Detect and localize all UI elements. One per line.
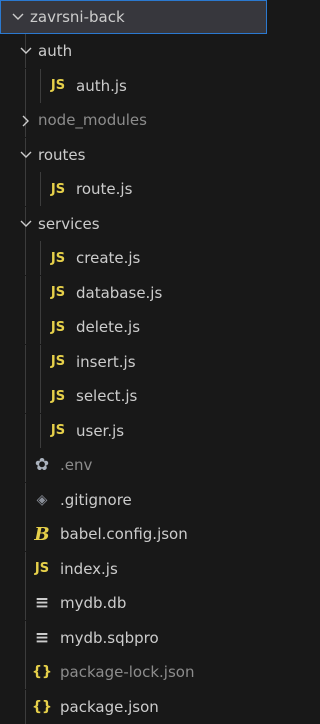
json-icon: {} xyxy=(32,664,52,680)
root-folder-row[interactable]: zavrsni-back xyxy=(0,0,267,34)
file-row-index-js[interactable]: JS index.js xyxy=(0,551,267,586)
indent-guide xyxy=(25,241,26,275)
folder-row-routes[interactable]: routes xyxy=(0,137,267,172)
file-label: user.js xyxy=(76,421,125,440)
folder-row-auth[interactable]: auth xyxy=(0,34,267,68)
js-icon: JS xyxy=(50,250,66,266)
file-label: .gitignore xyxy=(60,490,132,509)
indent-guide xyxy=(40,344,41,379)
file-label: mydb.db xyxy=(60,594,127,612)
file-row-package-json[interactable]: {} package.json xyxy=(0,689,267,724)
js-icon: JS xyxy=(50,388,66,404)
file-row-babel-config-json[interactable]: Bbabel.config.json xyxy=(0,517,267,551)
indent-guide xyxy=(25,482,26,517)
file-label: babel.config.json xyxy=(60,525,188,543)
file-row-select-js[interactable]: JS select.js xyxy=(0,379,267,413)
file-row-delete-js[interactable]: JS delete.js xyxy=(0,310,267,344)
file-row-gitignore[interactable]: ◈ .gitignore xyxy=(0,482,267,517)
indent-guide xyxy=(25,620,26,655)
file-label: index.js xyxy=(60,559,118,578)
git-icon: ◈ xyxy=(36,491,48,508)
indent-guide xyxy=(25,172,26,206)
indent-guide xyxy=(25,275,26,310)
chevron-down-icon xyxy=(20,46,32,56)
indent-guide xyxy=(25,68,26,103)
file-explorer: zavrsni-back auth JS auth.js node_modulesro… xyxy=(0,0,267,724)
lines-icon: ≡ xyxy=(34,627,50,648)
file-row-insert-js[interactable]: JS insert.js xyxy=(0,344,267,379)
js-icon: JS xyxy=(50,285,66,300)
js-icon: JS xyxy=(34,561,50,576)
file-row-mydb-sqbpro[interactable]: ≡ mydb.sqbpro xyxy=(0,620,267,655)
file-label: mydb.sqbpro xyxy=(60,628,159,647)
file-row-user-js[interactable]: JS user.js xyxy=(0,413,267,448)
indent-guide xyxy=(40,310,41,344)
folder-label: auth xyxy=(38,42,73,60)
indent-guide xyxy=(25,413,26,448)
folder-label: node_modules xyxy=(38,111,147,129)
file-label: insert.js xyxy=(76,352,136,371)
indent-guide xyxy=(25,517,26,551)
file-row-database-js[interactable]: JS database.js xyxy=(0,275,267,310)
file-label: package-lock.json xyxy=(60,663,195,681)
folder-label: services xyxy=(38,214,100,233)
chevron-down-icon xyxy=(12,12,24,22)
folder-row-node-modules[interactable]: node_modules xyxy=(0,103,267,137)
indent-guide xyxy=(25,310,26,344)
indent-guide xyxy=(40,379,41,413)
chevron-down-icon xyxy=(20,150,32,160)
indent-guide xyxy=(25,655,26,689)
file-label: select.js xyxy=(76,387,138,405)
js-icon: JS xyxy=(50,319,66,335)
file-row-mydb-db[interactable]: ≡ mydb.db xyxy=(0,586,267,620)
file-row-create-js[interactable]: JS create.js xyxy=(0,241,267,275)
file-label: package.json xyxy=(60,697,159,716)
js-icon: JS xyxy=(50,78,66,93)
indent-guide xyxy=(25,379,26,413)
folder-row-services[interactable]: services xyxy=(0,206,267,241)
gear-icon: ✿ xyxy=(34,455,50,475)
lines-icon: ≡ xyxy=(34,593,50,613)
json-icon: {} xyxy=(32,698,52,715)
js-icon: JS xyxy=(50,181,66,197)
file-row-package-lock-json[interactable]: {} package-lock.json xyxy=(0,655,267,689)
indent-guide xyxy=(40,275,41,310)
indent-guide xyxy=(40,172,41,206)
file-label: auth.js xyxy=(76,76,127,95)
root-folder-label: zavrsni-back xyxy=(30,8,125,26)
chevron-right-icon xyxy=(20,115,30,127)
file-label: route.js xyxy=(76,180,133,198)
folder-label: routes xyxy=(38,145,86,164)
indent-guide xyxy=(25,586,26,620)
indent-guide xyxy=(25,344,26,379)
file-label: database.js xyxy=(76,283,163,302)
js-icon: JS xyxy=(50,354,66,369)
file-label: create.js xyxy=(76,249,141,267)
file-label: delete.js xyxy=(76,318,141,336)
file-row-route-js[interactable]: JS route.js xyxy=(0,172,267,206)
indent-guide xyxy=(25,689,26,724)
indent-guide xyxy=(25,551,26,586)
js-icon: JS xyxy=(50,423,66,438)
file-row-env[interactable]: ✿ .env xyxy=(0,448,267,482)
babel-icon: B xyxy=(34,523,50,545)
file-label: .env xyxy=(60,456,93,474)
indent-guide xyxy=(40,413,41,448)
indent-guide xyxy=(40,241,41,275)
file-row-auth-js[interactable]: JS auth.js xyxy=(0,68,267,103)
chevron-down-icon xyxy=(20,219,32,229)
indent-guide xyxy=(40,68,41,103)
indent-guide xyxy=(25,448,26,482)
